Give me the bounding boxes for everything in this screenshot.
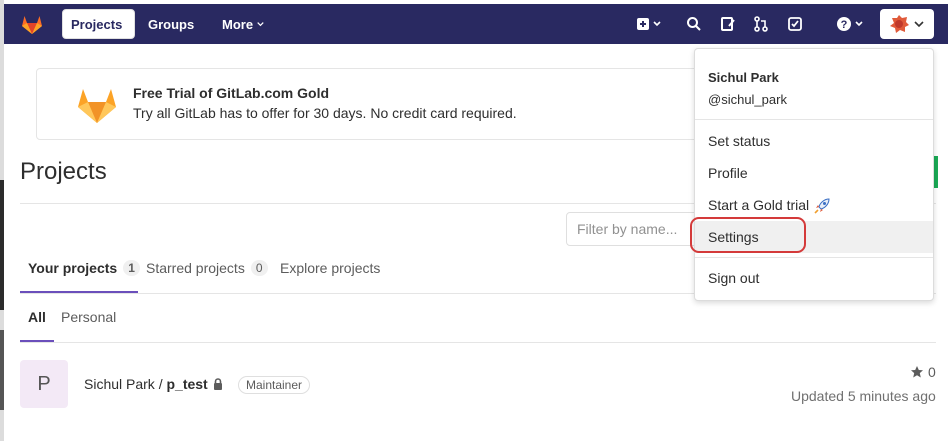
desktop-edge-dark-lower — [0, 330, 4, 410]
star-count[interactable]: 0 — [910, 364, 936, 380]
dropdown-user-handle: @sichul_park — [708, 92, 787, 107]
menu-item-profile[interactable]: Profile — [708, 165, 748, 181]
avatar — [890, 15, 909, 33]
tab-label: Starred projects — [146, 260, 245, 276]
dropdown-divider — [695, 257, 933, 258]
desktop-edge — [0, 0, 4, 441]
subtab-personal[interactable]: Personal — [61, 309, 116, 325]
tab-explore-projects[interactable]: Explore projects — [280, 260, 380, 276]
search-icon[interactable] — [686, 16, 702, 32]
menu-item-start-gold-trial[interactable]: Start a Gold trial — [708, 197, 809, 213]
tab-label: Explore projects — [280, 260, 381, 276]
filter-placeholder: Filter by name... — [577, 221, 678, 237]
issues-icon[interactable] — [720, 16, 736, 32]
updated-timestamp: Updated 5 minutes ago — [791, 388, 936, 404]
groups-menu-button[interactable]: Groups — [140, 9, 206, 39]
groups-menu-label: Groups — [148, 16, 195, 32]
banner-text: Try all GitLab has to offer for 30 days.… — [133, 105, 517, 121]
project-avatar[interactable]: P — [20, 360, 68, 408]
chevron-down-icon — [257, 22, 264, 27]
lock-icon — [214, 378, 222, 390]
more-menu-button[interactable]: More — [214, 9, 272, 39]
dropdown-user-name: Sichul Park — [708, 70, 779, 85]
tab-label: Your projects — [28, 260, 118, 276]
user-dropdown-menu: Sichul Park @sichul_park Set status Prof… — [694, 48, 934, 301]
banner-title: Free Trial of GitLab.com Gold — [133, 85, 330, 101]
svg-text:?: ? — [841, 19, 848, 31]
project-title-link[interactable]: Sichul Park / p_test — [84, 376, 208, 392]
highlight-annotation-ring — [690, 217, 806, 253]
subtab-all[interactable]: All — [28, 309, 46, 325]
gold-trial-banner: Free Trial of GitLab.com Gold Try all Gi… — [36, 68, 708, 140]
role-badge: Maintainer — [238, 376, 311, 394]
dropdown-divider — [695, 119, 933, 120]
merge-request-icon[interactable] — [753, 16, 769, 32]
tab-your-projects[interactable]: Your projects 1 — [28, 260, 140, 276]
chevron-down-icon — [914, 21, 924, 28]
projects-menu-label: Projects — [71, 16, 123, 32]
page-title: Projects — [20, 158, 107, 185]
menu-item-set-status[interactable]: Set status — [708, 133, 770, 149]
project-namespace: Sichul Park / — [84, 376, 167, 392]
todo-icon[interactable] — [787, 16, 803, 32]
gitlab-logo-icon[interactable] — [20, 12, 44, 36]
rocket-icon — [814, 198, 830, 214]
count-badge: 0 — [250, 260, 268, 276]
gitlab-gold-logo-icon — [78, 89, 116, 123]
desktop-edge-dark — [0, 180, 4, 310]
user-avatar-button[interactable] — [880, 9, 934, 39]
projects-menu-button[interactable]: Projects — [62, 9, 135, 39]
tab-starred-projects[interactable]: Starred projects 0 — [146, 260, 268, 276]
project-name: p_test — [166, 376, 208, 392]
top-navbar: Projects Groups More ? — [4, 4, 948, 44]
more-menu-label: More — [222, 16, 254, 32]
subtabs-divider — [20, 342, 936, 343]
menu-item-sign-out[interactable]: Sign out — [708, 270, 759, 286]
help-icon[interactable]: ? — [836, 16, 866, 32]
count-badge: 1 — [123, 260, 140, 276]
star-icon — [911, 366, 923, 378]
star-count-value: 0 — [928, 364, 936, 380]
plus-icon[interactable] — [636, 16, 664, 32]
